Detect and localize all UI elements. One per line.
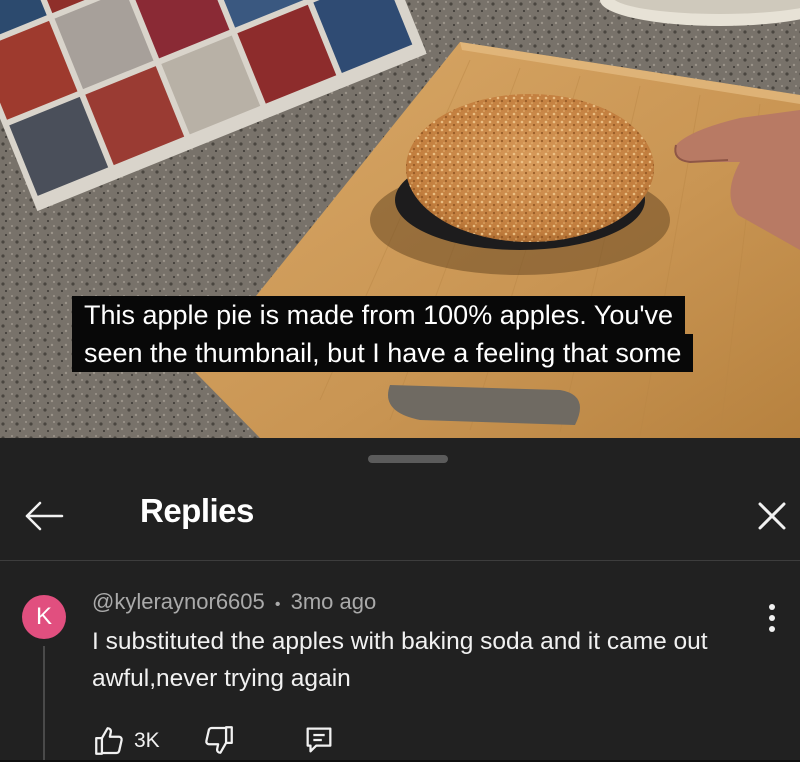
avatar-initial: K bbox=[35, 603, 52, 630]
caption-line-1: This apple pie is made from 100% apples.… bbox=[72, 296, 686, 334]
back-button[interactable] bbox=[18, 490, 70, 542]
reply-button[interactable] bbox=[302, 723, 338, 759]
video-frame-image bbox=[0, 0, 800, 438]
like-count: 3K bbox=[134, 729, 160, 752]
comment-text: I substituted the apples with baking sod… bbox=[92, 628, 708, 692]
replies-panel: Replies K @kyleraynor6605 • 3mo ago I su… bbox=[0, 438, 800, 760]
drag-handle[interactable] bbox=[368, 455, 448, 463]
close-icon bbox=[758, 502, 786, 530]
comment-actions: 3K bbox=[92, 723, 392, 759]
caption-line-2: seen the thumbnail, but I have a feeling… bbox=[72, 334, 694, 372]
arrow-left-icon bbox=[25, 501, 64, 531]
panel-title: Replies bbox=[140, 492, 254, 529]
header-divider bbox=[0, 560, 800, 561]
replies-header: Replies bbox=[0, 476, 800, 558]
more-vertical-icon[interactable] bbox=[758, 596, 786, 640]
video-caption: This apple pie is made from 100% apples.… bbox=[72, 296, 694, 372]
avatar[interactable]: K bbox=[22, 595, 66, 639]
comment-time: 3mo ago bbox=[290, 589, 377, 614]
comment-meta: @kyleraynor6605 • 3mo ago bbox=[92, 589, 376, 615]
thread-line bbox=[43, 646, 45, 760]
comment-author[interactable]: @kyleraynor6605 bbox=[92, 589, 265, 614]
thumbs-down-icon bbox=[205, 726, 233, 754]
close-button[interactable] bbox=[746, 490, 798, 542]
meta-separator: • bbox=[274, 596, 281, 613]
dislike-button[interactable] bbox=[202, 723, 238, 759]
video-player[interactable]: This apple pie is made from 100% apples.… bbox=[0, 0, 800, 438]
thumbs-up-icon bbox=[95, 727, 123, 755]
like-button[interactable]: 3K bbox=[92, 723, 160, 759]
reply-icon bbox=[306, 727, 332, 753]
